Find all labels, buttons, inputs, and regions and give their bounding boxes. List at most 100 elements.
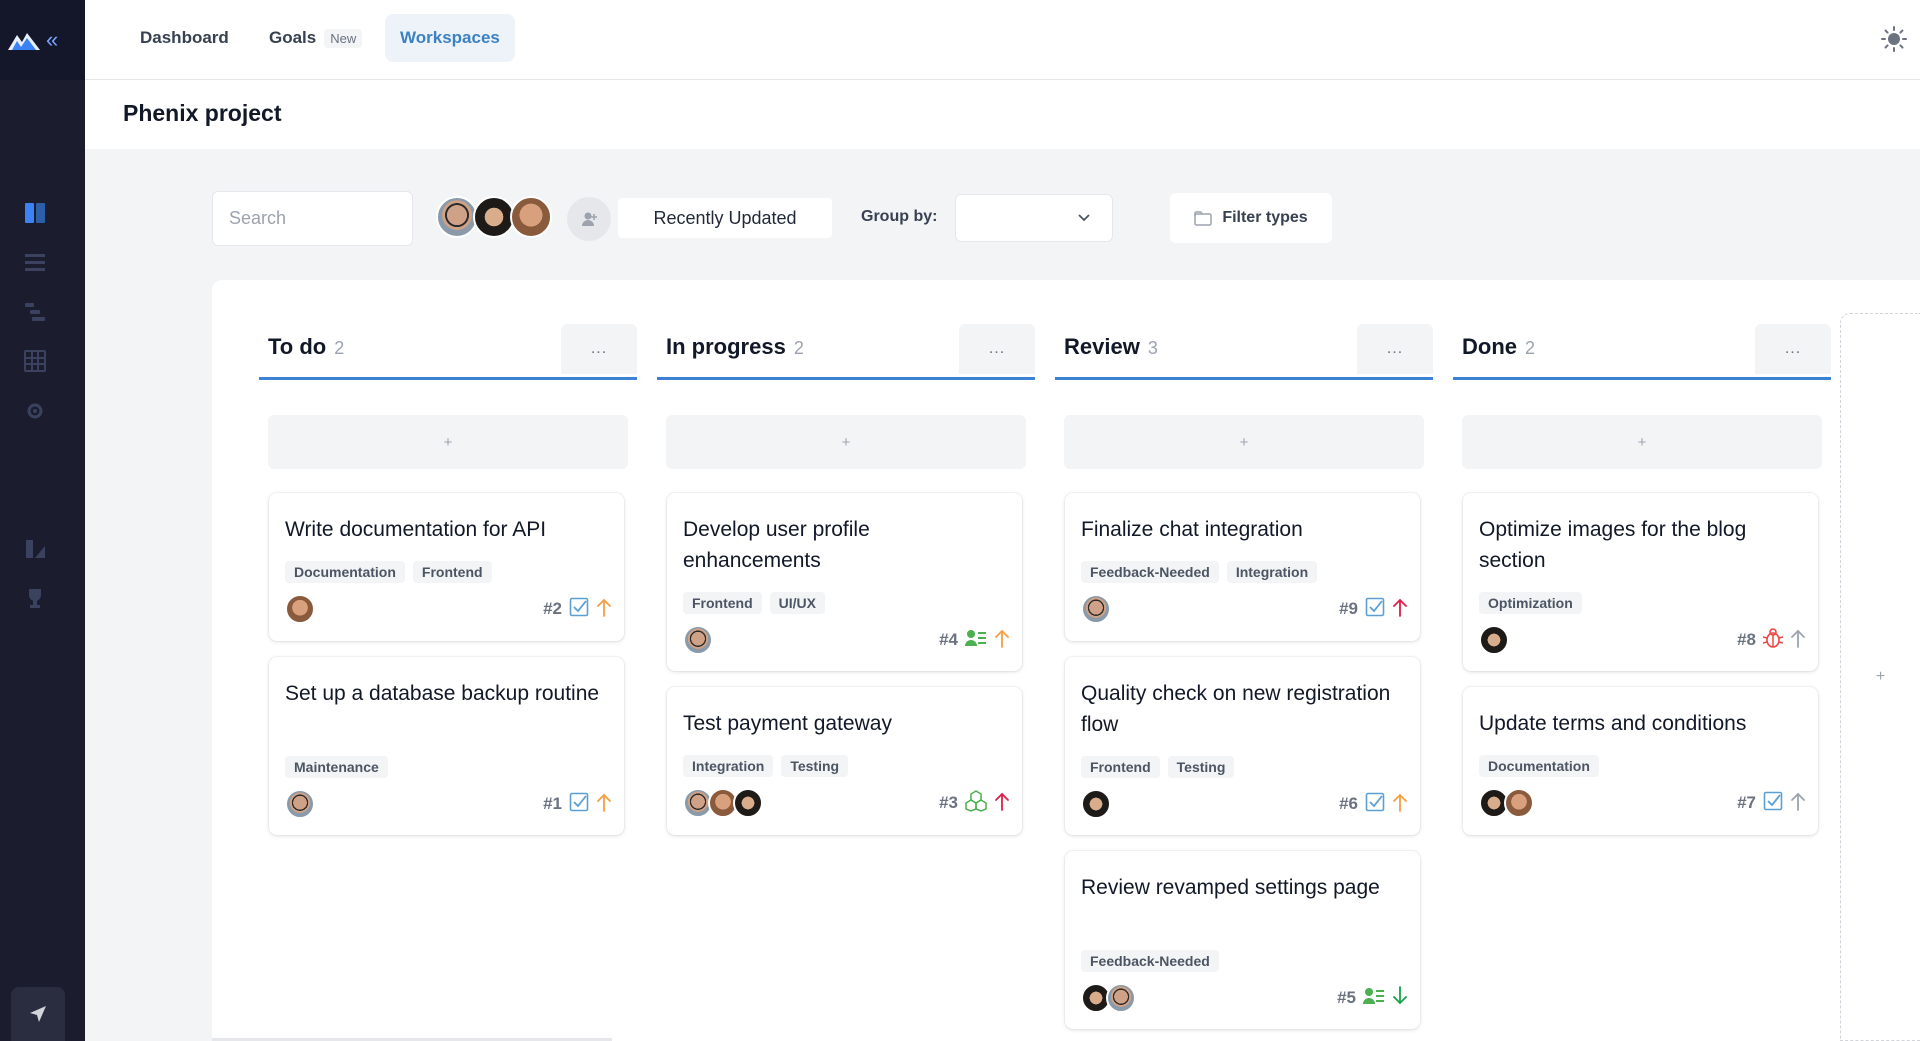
assignee-avatar[interactable] <box>1081 789 1111 819</box>
arrow-up-medium-icon[interactable] <box>596 596 612 623</box>
bug-icon <box>1762 627 1784 654</box>
tag[interactable]: Testing <box>1167 756 1235 778</box>
task-card[interactable]: Optimize images for the blog section Opt… <box>1463 493 1818 671</box>
card-footer: #7 <box>1479 787 1806 819</box>
column-header: In progress 2 ... <box>657 324 1035 380</box>
arrow-down-low-icon[interactable] <box>1392 985 1408 1012</box>
task-card[interactable]: Write documentation for API Documentatio… <box>269 493 624 641</box>
nav-goals[interactable]: Goals New <box>254 14 377 62</box>
page-title: Phenix project <box>123 100 282 126</box>
column-menu-button[interactable]: ... <box>561 324 637 374</box>
task-card[interactable]: Finalize chat integration Feedback-Neede… <box>1065 493 1420 641</box>
assignee-avatar[interactable] <box>1106 983 1136 1013</box>
card-meta: #7 <box>1737 790 1806 817</box>
column-menu-button[interactable]: ... <box>1755 324 1831 374</box>
theme-toggle-sun-icon[interactable] <box>1880 25 1908 53</box>
card-tags: Documentation <box>1479 755 1599 777</box>
card-title: Write documentation for API <box>285 518 547 541</box>
task-card[interactable]: Quality check on new registration flow F… <box>1065 657 1420 835</box>
filter-types-button[interactable]: Filter types <box>1170 193 1332 243</box>
task-card[interactable]: Update terms and conditions Documentatio… <box>1463 687 1818 835</box>
column-header: Review 3 ... <box>1055 324 1433 380</box>
board-view-icon[interactable] <box>24 202 46 224</box>
tag[interactable]: Testing <box>781 755 849 777</box>
table-view-icon[interactable] <box>24 350 46 372</box>
tag[interactable]: Integration <box>1226 561 1318 583</box>
trophy-icon[interactable] <box>24 587 46 609</box>
nav-workspaces[interactable]: Workspaces <box>385 14 515 62</box>
settings-gear-icon[interactable] <box>24 400 46 422</box>
card-meta: #6 <box>1339 791 1408 818</box>
add-column-button[interactable]: + <box>1840 313 1920 1041</box>
task-icon <box>569 792 589 817</box>
column-menu-button[interactable]: ... <box>1357 324 1433 374</box>
avatar[interactable] <box>510 196 552 238</box>
card-number: #5 <box>1337 988 1356 1007</box>
column-title: In progress 2 <box>666 334 804 360</box>
sort-button[interactable]: Recently Updated <box>618 198 832 238</box>
avatar[interactable] <box>473 196 515 238</box>
tag[interactable]: UI/UX <box>769 592 825 614</box>
task-card[interactable]: Review revamped settings page Feedback-N… <box>1065 851 1420 1029</box>
card-title: Quality check on new registration flow <box>1081 682 1391 736</box>
avatar[interactable] <box>436 196 478 238</box>
assignee-avatar[interactable] <box>285 594 315 624</box>
tag[interactable]: Feedback-Needed <box>1081 950 1219 972</box>
card-number: #3 <box>939 793 958 812</box>
top-navigation: Dashboard Goals New Workspaces <box>85 0 1920 80</box>
assignee-avatar[interactable] <box>285 789 315 819</box>
reports-icon[interactable] <box>24 538 46 560</box>
arrow-up-high-icon[interactable] <box>994 790 1010 817</box>
arrow-up-medium-icon[interactable] <box>596 791 612 818</box>
tag[interactable]: Maintenance <box>285 756 388 778</box>
plus-icon: + <box>1239 433 1249 451</box>
add-user-icon <box>582 212 597 226</box>
arrow-up-medium-icon[interactable] <box>994 627 1010 654</box>
timeline-view-icon[interactable] <box>24 301 46 323</box>
collapse-sidebar-icon[interactable]: « <box>46 29 58 51</box>
assignee-avatar[interactable] <box>683 625 713 655</box>
tag[interactable]: Feedback-Needed <box>1081 561 1219 583</box>
task-card[interactable]: Develop user profile enhancements Fronte… <box>667 493 1022 671</box>
add-member-button[interactable] <box>567 197 611 241</box>
list-view-icon[interactable] <box>24 251 46 273</box>
add-card-button[interactable]: + <box>666 415 1026 469</box>
assignee-avatar[interactable] <box>1504 788 1534 818</box>
card-number: #4 <box>939 630 958 649</box>
task-card[interactable]: Set up a database backup routine Mainten… <box>269 657 624 835</box>
assignee-avatar[interactable] <box>1479 625 1509 655</box>
tag[interactable]: Integration <box>683 755 774 777</box>
add-card-button[interactable]: + <box>268 415 628 469</box>
assignee-avatar[interactable] <box>1081 594 1111 624</box>
logo-icon[interactable] <box>8 29 40 51</box>
assignee-avatar[interactable] <box>733 788 763 818</box>
column-menu-button[interactable]: ... <box>959 324 1035 374</box>
more-icon: ... <box>1386 340 1404 357</box>
task-card[interactable]: Test payment gateway Integration Testing … <box>667 687 1022 835</box>
arrow-up-none-icon[interactable] <box>1790 627 1806 654</box>
page-header: Phenix project <box>85 80 1920 149</box>
group-by-select[interactable] <box>955 194 1113 242</box>
tag[interactable]: Optimization <box>1479 592 1582 614</box>
search-input[interactable] <box>212 191 413 246</box>
card-number: #9 <box>1339 599 1358 618</box>
arrow-up-none-icon[interactable] <box>1790 790 1806 817</box>
arrow-up-high-icon[interactable] <box>1392 596 1408 623</box>
nav-dashboard[interactable]: Dashboard <box>125 14 244 62</box>
tag[interactable]: Documentation <box>285 561 405 583</box>
card-title: Develop user profile enhancements <box>683 518 870 572</box>
add-card-button[interactable]: + <box>1462 415 1822 469</box>
arrow-up-medium-icon[interactable] <box>1392 791 1408 818</box>
card-tags: Feedback-Needed <box>1081 950 1219 972</box>
add-card-button[interactable]: + <box>1064 415 1424 469</box>
tag[interactable]: Frontend <box>1081 756 1160 778</box>
column-count: 2 <box>793 338 804 358</box>
tag[interactable]: Frontend <box>683 592 762 614</box>
card-title: Update terms and conditions <box>1479 712 1747 735</box>
send-feedback-button[interactable] <box>11 987 65 1041</box>
kanban-board: + To do 2 ... + Write documentation for A… <box>212 280 1920 1041</box>
card-tags: Frontend UI/UX <box>683 592 825 614</box>
filter-types-label: Filter types <box>1222 209 1308 226</box>
tag[interactable]: Frontend <box>412 561 492 583</box>
tag[interactable]: Documentation <box>1479 755 1599 777</box>
